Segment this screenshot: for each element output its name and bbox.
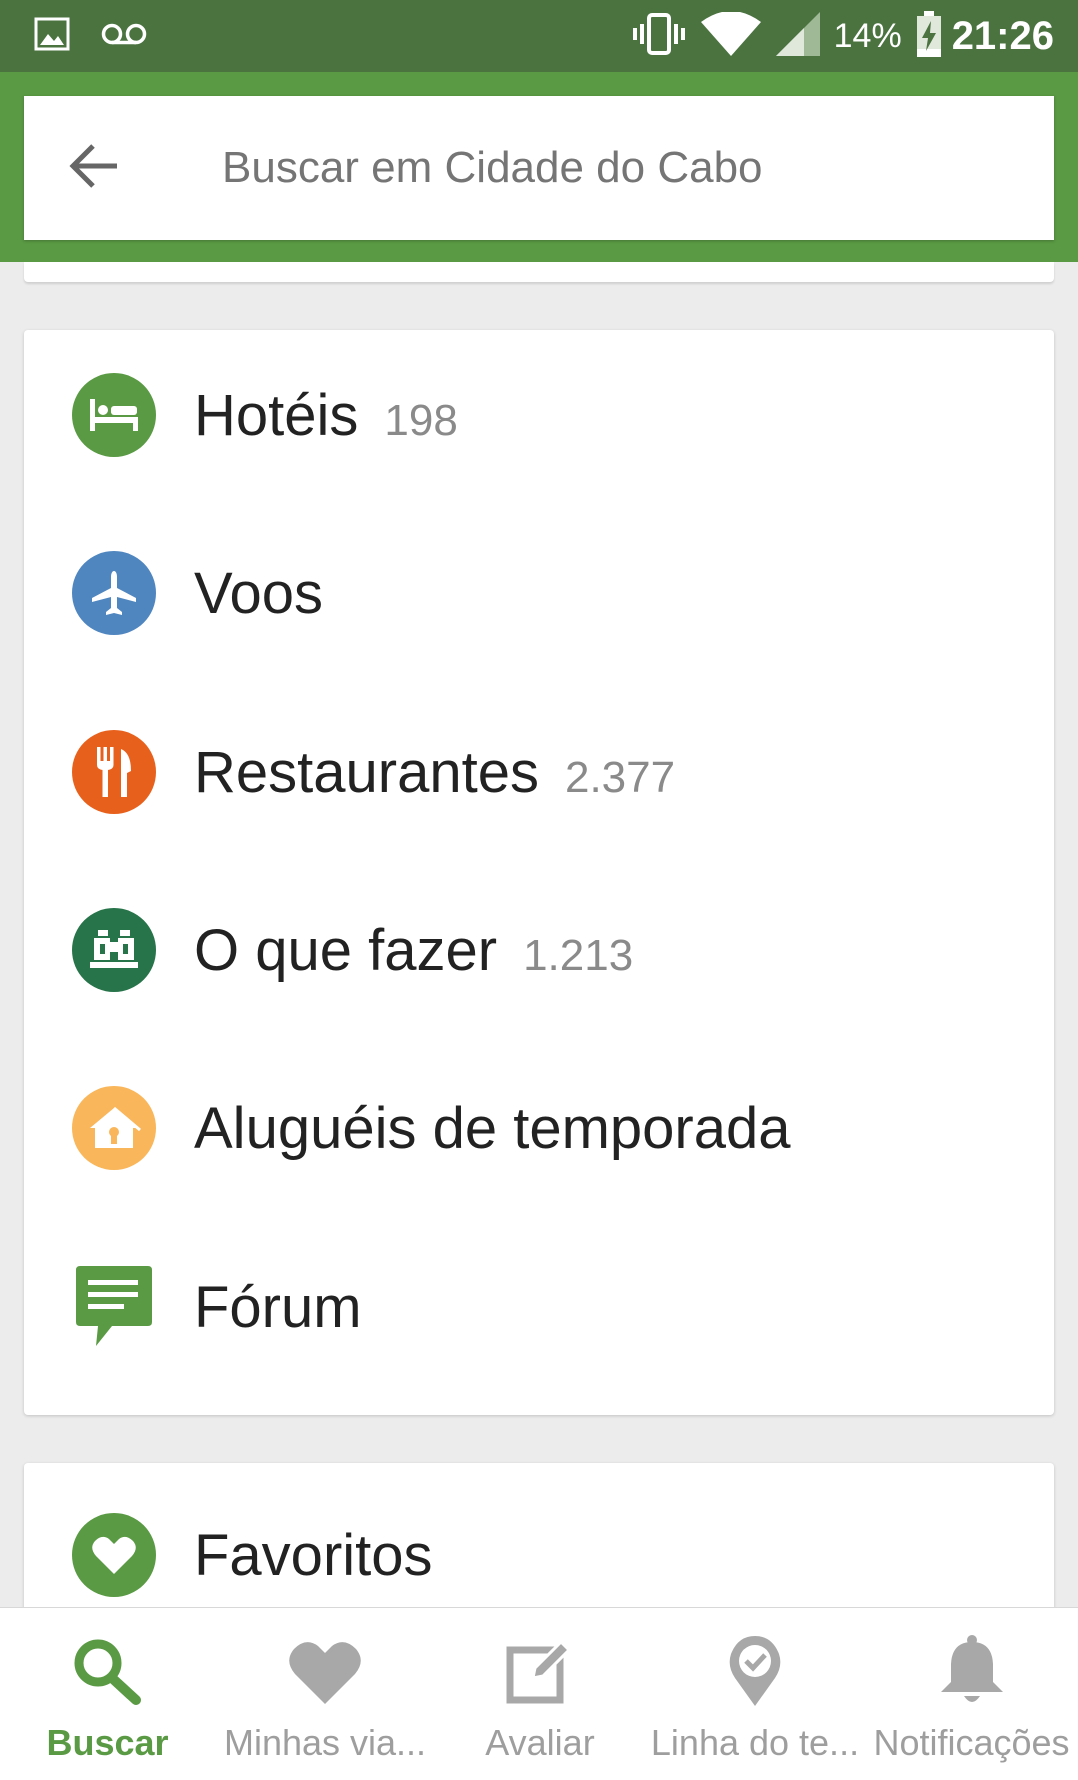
- category-row-restaurants[interactable]: Restaurantes 2.377: [24, 687, 1054, 857]
- category-row-flights[interactable]: Voos: [24, 508, 1054, 678]
- search-icon: [70, 1634, 146, 1708]
- category-row-forum[interactable]: Fórum: [24, 1222, 1054, 1392]
- search-header: Buscar em Cidade do Cabo: [0, 72, 1078, 262]
- category-label: O que fazer: [194, 917, 498, 983]
- category-label: Aluguéis de temporada: [194, 1095, 791, 1161]
- category-count: 198: [384, 395, 458, 445]
- nav-search[interactable]: Buscar: [0, 1608, 215, 1780]
- image-icon: [34, 17, 70, 56]
- category-label: Fórum: [194, 1274, 362, 1340]
- fork-knife-icon: [72, 730, 156, 814]
- nav-timeline[interactable]: Linha do te...: [645, 1608, 865, 1780]
- categories-card: Hotéis 198 Voos Restaurantes 2.377 O que…: [24, 330, 1054, 1415]
- status-bar: 14% 21:26: [0, 0, 1078, 72]
- battery-charging-icon: [916, 10, 942, 62]
- search-input[interactable]: Buscar em Cidade do Cabo: [222, 143, 763, 193]
- category-row-vacation-rentals[interactable]: Aluguéis de temporada: [24, 1043, 1054, 1213]
- house-icon: [72, 1086, 156, 1170]
- chat-icon: [72, 1265, 156, 1349]
- favorites-label: Favoritos: [194, 1522, 433, 1588]
- nav-label: Notificações: [873, 1722, 1070, 1763]
- vibrate-icon: [632, 12, 686, 61]
- category-label: Restaurantes: [194, 739, 539, 805]
- bottom-nav: Buscar Minhas via... Avaliar Linha do te…: [0, 1607, 1078, 1780]
- voicemail-icon: [100, 21, 148, 52]
- category-count: 1.213: [523, 930, 634, 980]
- back-button[interactable]: [34, 96, 154, 240]
- bell-icon: [937, 1634, 1007, 1708]
- nav-notifications[interactable]: Notificações: [865, 1608, 1078, 1780]
- signal-icon: [775, 11, 820, 61]
- heart-icon: [72, 1513, 156, 1597]
- battery-percent: 14%: [833, 16, 902, 55]
- category-row-things-to-do[interactable]: O que fazer 1.213: [24, 865, 1054, 1035]
- category-count: 2.377: [564, 752, 676, 802]
- binoculars-icon: [72, 908, 156, 992]
- nav-label: Avaliar: [485, 1722, 595, 1763]
- app-root: 14% 21:26 Buscar em Cidade do Cabo Hotéi…: [0, 0, 1078, 1780]
- nav-review[interactable]: Avaliar: [435, 1608, 645, 1780]
- location-check-icon: [725, 1634, 785, 1708]
- category-row-hotels[interactable]: Hotéis 198: [24, 330, 1054, 500]
- bed-icon: [72, 373, 156, 457]
- wifi-icon: [700, 10, 762, 61]
- nav-my-trips[interactable]: Minhas via...: [215, 1608, 435, 1780]
- airplane-icon: [72, 551, 156, 635]
- arrow-left-icon: [69, 143, 119, 194]
- clock: 21:26: [951, 13, 1054, 58]
- search-bar[interactable]: Buscar em Cidade do Cabo: [24, 96, 1054, 240]
- category-label: Hotéis: [194, 382, 359, 448]
- previous-card-edge: [24, 262, 1054, 282]
- nav-label: Buscar: [46, 1722, 169, 1763]
- heart-icon: [287, 1634, 363, 1708]
- edit-icon: [505, 1634, 575, 1708]
- nav-label: Linha do te...: [650, 1722, 860, 1763]
- nav-label: Minhas via...: [223, 1722, 427, 1763]
- category-label: Voos: [194, 560, 323, 626]
